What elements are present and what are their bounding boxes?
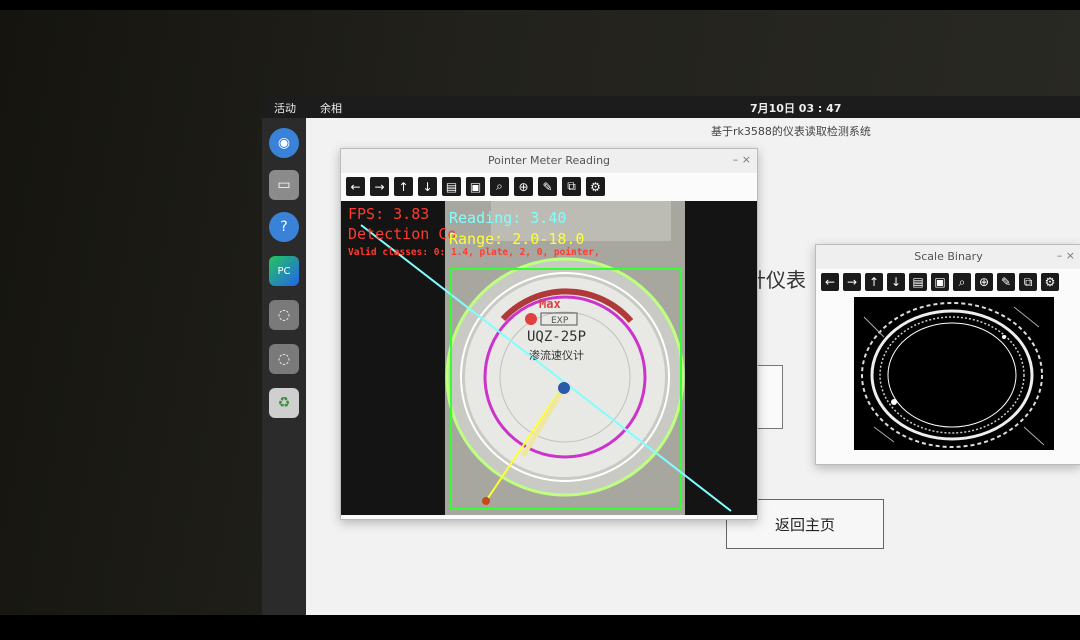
meter-image-view[interactable]: EXP FPS: 3.83 Detection Co Valid classes…	[341, 201, 757, 515]
pointer-window-title: Pointer Meter Reading	[341, 149, 757, 173]
binary-image-view[interactable]	[854, 297, 1054, 450]
app-icon[interactable]: ◌	[269, 344, 299, 374]
gauge-name: 渗流速仪计	[529, 349, 584, 362]
configure-icon[interactable]: ▤	[442, 177, 461, 196]
range-label: Range: 2.0-18.0	[449, 230, 585, 248]
pointer-meter-window: Pointer Meter Reading – × ← → ↑ ↓ ▤ ▣ ⌕ …	[340, 148, 758, 520]
trash-icon[interactable]: ♻	[269, 388, 299, 418]
clock[interactable]: 7月10日 03 : 47	[750, 100, 841, 116]
back-icon[interactable]: ←	[821, 273, 839, 291]
pycharm-icon[interactable]: PC	[269, 256, 299, 286]
window-controls[interactable]: – ×	[733, 153, 751, 166]
pointer-toolbar: ← → ↑ ↓ ▤ ▣ ⌕ ⊕ ✎ ⧉ ⚙	[346, 177, 605, 196]
chrome-icon[interactable]: ◉	[269, 128, 299, 158]
save-icon[interactable]: ▣	[931, 273, 949, 291]
forward-icon[interactable]: →	[843, 273, 861, 291]
max-label: Max	[539, 297, 561, 311]
settings-icon[interactable]: ⚙	[1041, 273, 1059, 291]
forward-icon[interactable]: →	[370, 177, 389, 196]
up-icon[interactable]: ↑	[865, 273, 883, 291]
binary-window-title: Scale Binary	[816, 245, 1080, 269]
help-icon[interactable]: ?	[269, 212, 299, 242]
files-icon[interactable]: ▭	[269, 170, 299, 200]
down-icon[interactable]: ↓	[887, 273, 905, 291]
gauge-model: UQZ-25P	[527, 329, 587, 345]
activities-button[interactable]: 活动	[274, 100, 296, 116]
reading-label: Reading: 3.40	[449, 209, 567, 227]
copy-icon[interactable]: ⧉	[562, 177, 581, 196]
window-controls[interactable]: – ×	[1057, 249, 1075, 262]
back-icon[interactable]: ←	[346, 177, 365, 196]
zoom-icon[interactable]: ⌕	[953, 273, 971, 291]
up-icon[interactable]: ↑	[394, 177, 413, 196]
zoom-fit-icon[interactable]: ⊕	[975, 273, 993, 291]
fps-label: FPS: 3.83	[348, 205, 430, 223]
dock: ◉ ▭ ? PC ◌ ◌ ♻	[262, 118, 306, 615]
edit-icon[interactable]: ✎	[997, 273, 1015, 291]
svg-text:EXP: EXP	[551, 316, 569, 326]
copy-icon[interactable]: ⧉	[1019, 273, 1037, 291]
app-menu[interactable]: 余相	[320, 100, 342, 116]
detection-label: Detection Co	[348, 225, 457, 243]
main-window-title: 基于rk3588的仪表读取检测系统	[711, 125, 871, 138]
camera-bottom-border	[0, 615, 1080, 640]
app-icon[interactable]: ◌	[269, 300, 299, 330]
save-icon[interactable]: ▣	[466, 177, 485, 196]
edit-icon[interactable]: ✎	[538, 177, 557, 196]
binary-toolbar: ← → ↑ ↓ ▤ ▣ ⌕ ⊕ ✎ ⧉ ⚙	[821, 273, 1059, 291]
camera-top-border	[0, 0, 1080, 10]
zoom-icon[interactable]: ⌕	[490, 177, 509, 196]
binary-scale-image	[854, 297, 1054, 450]
configure-icon[interactable]: ▤	[909, 273, 927, 291]
settings-icon[interactable]: ⚙	[586, 177, 605, 196]
down-icon[interactable]: ↓	[418, 177, 437, 196]
valid-classes-label: Valid classes: 0: 1.4, plate, 2, 0, poin…	[348, 247, 600, 258]
gnome-top-bar: 活动 余相 7月10日 03 : 47	[262, 96, 1080, 118]
scale-binary-window: Scale Binary – × ← → ↑ ↓ ▤ ▣ ⌕ ⊕ ✎ ⧉ ⚙	[815, 244, 1080, 465]
zoom-fit-icon[interactable]: ⊕	[514, 177, 533, 196]
desktop-screen: 活动 余相 7月10日 03 : 47 ◉ ▭ ? PC ◌ ◌ ♻ 基于rk3…	[262, 96, 1080, 615]
